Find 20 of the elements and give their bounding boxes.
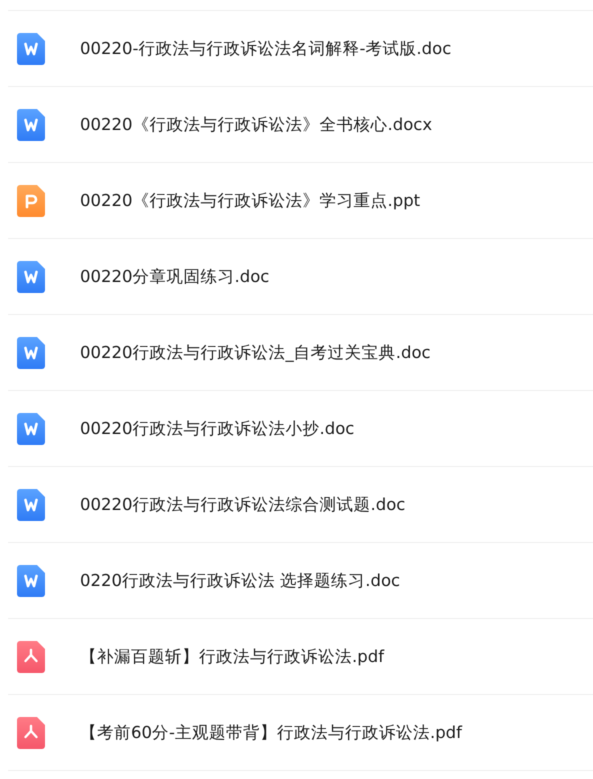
document-file-icon <box>17 32 45 64</box>
file-name[interactable]: 0220行政法与行政诉讼法 选择题练习.doc <box>80 570 400 592</box>
document-file-icon <box>17 488 45 520</box>
document-file-icon <box>17 260 45 292</box>
file-name[interactable]: 00220《行政法与行政诉讼法》全书核心.docx <box>80 114 432 136</box>
file-name[interactable]: 00220行政法与行政诉讼法综合测试题.doc <box>80 494 406 516</box>
file-name[interactable]: 00220《行政法与行政诉讼法》学习重点.ppt <box>80 190 420 212</box>
pdf-file-icon <box>17 640 45 672</box>
file-name[interactable]: 00220行政法与行政诉讼法小抄.doc <box>80 418 354 440</box>
document-file-icon <box>17 336 45 368</box>
presentation-file-icon <box>17 184 45 216</box>
file-name[interactable]: 00220-行政法与行政诉讼法名词解释-考试版.doc <box>80 38 452 60</box>
pdf-file-icon <box>17 716 45 748</box>
file-name[interactable]: 00220分章巩固练习.doc <box>80 266 270 288</box>
file-name[interactable]: 【考前60分-主观题带背】行政法与行政诉讼法.pdf <box>80 722 462 744</box>
file-name[interactable]: 【补漏百题斩】行政法与行政诉讼法.pdf <box>80 646 384 668</box>
document-file-icon <box>17 108 45 140</box>
document-file-icon <box>17 564 45 596</box>
file-name[interactable]: 00220行政法与行政诉讼法_自考过关宝典.doc <box>80 342 431 364</box>
document-file-icon <box>17 412 45 444</box>
